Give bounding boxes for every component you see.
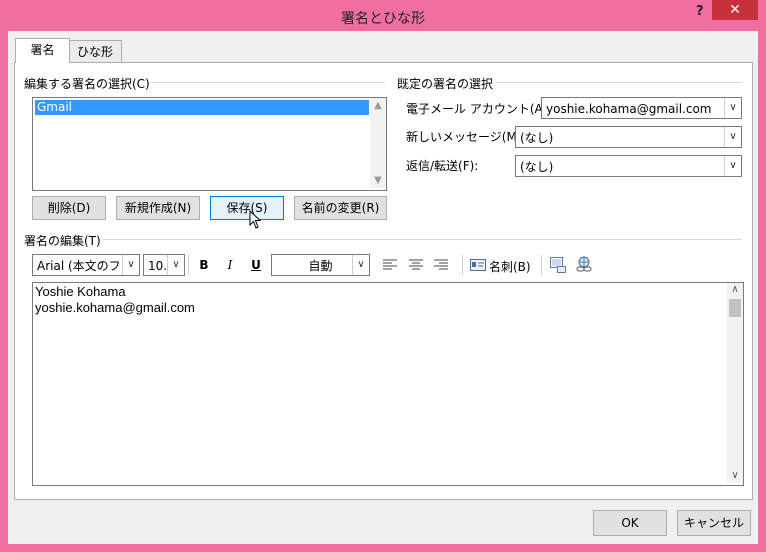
underline-button[interactable]: U <box>246 255 266 275</box>
business-card-label: 名刺(B) <box>489 260 531 274</box>
edit-signature-label: 署名の編集(T) <box>24 234 101 248</box>
reply-forward-label: 返信/転送(F): <box>406 159 479 173</box>
reply-forward-select[interactable]: (なし) ∨ <box>515 155 742 177</box>
bold-button[interactable]: B <box>194 255 214 275</box>
default-section-divider <box>496 82 742 83</box>
toolbar-divider <box>541 255 542 275</box>
toolbar-divider <box>462 255 463 275</box>
new-message-select[interactable]: (なし) ∨ <box>515 126 742 148</box>
insert-picture-icon[interactable] <box>549 256 567 274</box>
toolbar-divider <box>188 255 189 275</box>
reply-forward-value: (なし) <box>520 160 554 174</box>
hyperlink-icon[interactable] <box>575 256 593 274</box>
font-color-value: 自動 <box>308 259 333 273</box>
scroll-up-icon[interactable]: ∧ <box>727 284 743 295</box>
editor-scrollbar[interactable]: ∧ ∨ <box>727 283 743 483</box>
chevron-down-icon[interactable]: ∨ <box>724 98 741 118</box>
chevron-down-icon[interactable]: ∨ <box>122 255 139 275</box>
rename-button[interactable]: 名前の変更(R) <box>294 196 387 220</box>
select-signature-label: 編集する署名の選択(C) <box>24 77 150 91</box>
signature-line-email: yoshie.kohama@gmail.com <box>35 300 195 315</box>
list-scrollbar[interactable]: ▲ ▼ <box>370 98 386 188</box>
font-value: Arial (本文のフォ <box>37 259 125 273</box>
business-card-icon <box>470 259 486 271</box>
help-button[interactable]: ? <box>696 4 704 19</box>
close-button[interactable]: ✕ <box>712 0 758 20</box>
scroll-down-icon[interactable]: ▼ <box>370 175 386 186</box>
new-message-label: 新しいメッセージ(M): <box>406 130 526 144</box>
account-label: 電子メール アカウント(A): <box>406 102 552 116</box>
window-title: 署名とひな形 <box>341 11 425 27</box>
cancel-button[interactable]: キャンセル <box>677 510 751 536</box>
font-color-select[interactable]: 自動 ∨ <box>271 254 370 276</box>
new-button[interactable]: 新規作成(N) <box>116 196 200 220</box>
list-item[interactable]: Gmail <box>35 100 369 115</box>
edit-section-divider <box>103 239 742 240</box>
italic-button[interactable]: I <box>220 255 240 275</box>
delete-button[interactable]: 削除(D) <box>32 196 106 220</box>
scrollbar-thumb[interactable] <box>729 299 741 317</box>
save-button[interactable]: 保存(S) <box>210 196 284 220</box>
select-section-divider <box>150 82 385 83</box>
account-value: yoshie.kohama@gmail.com <box>546 102 712 116</box>
scroll-down-icon[interactable]: ∨ <box>727 470 743 481</box>
signature-list[interactable]: Gmail ▲ ▼ <box>32 97 387 191</box>
ok-button[interactable]: OK <box>593 510 667 536</box>
mouse-cursor-icon <box>249 210 262 229</box>
default-signature-label: 既定の署名の選択 <box>397 77 494 91</box>
signature-body[interactable]: Yoshie Kohama yoshie.kohama@gmail.com <box>35 284 195 316</box>
account-select[interactable]: yoshie.kohama@gmail.com ∨ <box>541 97 742 119</box>
scroll-up-icon[interactable]: ▲ <box>370 100 386 111</box>
chevron-down-icon[interactable]: ∨ <box>167 255 184 275</box>
align-center-icon[interactable] <box>408 258 424 272</box>
tab-stationery[interactable]: ひな形 <box>68 40 122 63</box>
chevron-down-icon[interactable]: ∨ <box>724 156 741 176</box>
font-select[interactable]: Arial (本文のフォ ∨ <box>32 254 140 276</box>
signature-editor[interactable]: Yoshie Kohama yoshie.kohama@gmail.com ∧ … <box>32 282 744 486</box>
new-message-value: (なし) <box>520 131 554 145</box>
align-right-icon[interactable] <box>433 258 449 272</box>
tab-signature[interactable]: 署名 <box>15 38 70 63</box>
chevron-down-icon[interactable]: ∨ <box>724 127 741 147</box>
align-left-icon[interactable] <box>382 258 398 272</box>
font-size-select[interactable]: 10.5 ∨ <box>143 254 185 276</box>
signature-line-name: Yoshie Kohama <box>35 284 126 299</box>
chevron-down-icon[interactable]: ∨ <box>352 255 369 275</box>
